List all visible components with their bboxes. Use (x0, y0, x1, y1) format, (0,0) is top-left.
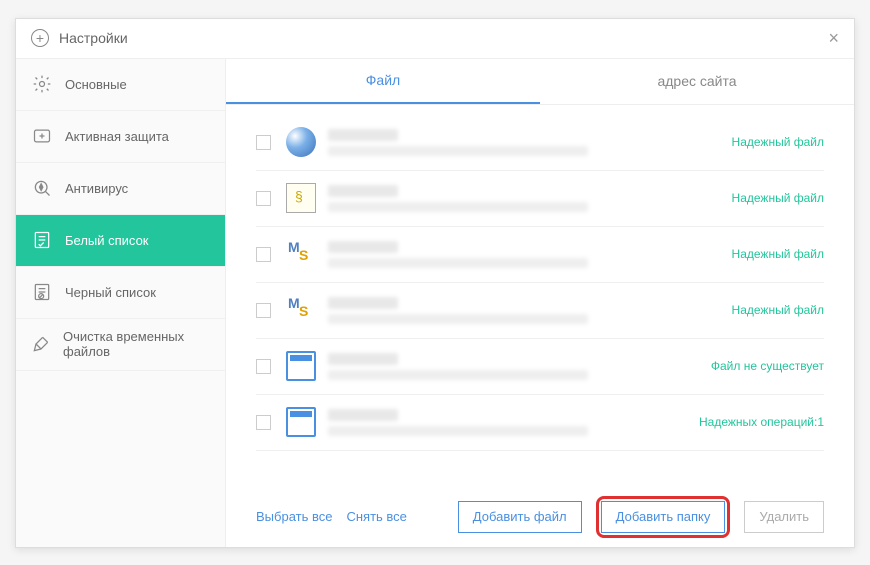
sidebar-item-label: Очистка временных файлов (63, 329, 210, 359)
deselect-all-link[interactable]: Снять все (346, 509, 406, 524)
checkbox[interactable] (256, 247, 271, 262)
list-block-icon (31, 281, 53, 303)
file-text (328, 353, 711, 380)
folder-icon (286, 351, 316, 381)
sidebar-item-label: Белый список (65, 233, 149, 248)
list-item: Файл не существует (256, 339, 824, 395)
delete-button[interactable]: Удалить (744, 501, 824, 533)
status-badge: Надежный файл (732, 247, 824, 261)
status-badge: Надежный файл (732, 135, 824, 149)
document-icon (286, 183, 316, 213)
sidebar-item-whitelist[interactable]: Белый список (16, 215, 225, 267)
status-badge: Надежных операций:1 (699, 415, 824, 429)
file-list: Надежный файл Надежный файл Надежный фай… (226, 105, 854, 487)
file-text (328, 297, 732, 324)
main: Файл адрес сайта Надежный файл Надежный … (226, 59, 854, 547)
sidebar-item-label: Черный список (65, 285, 156, 300)
sidebar-item-protection[interactable]: Активная защита (16, 111, 225, 163)
folder-icon (286, 407, 316, 437)
list-item: Надежный файл (256, 171, 824, 227)
list-item: Надежных операций:1 (256, 395, 824, 451)
checkbox[interactable] (256, 415, 271, 430)
file-text (328, 129, 732, 156)
window-title: Настройки (59, 30, 828, 46)
list-item: Надежный файл (256, 283, 824, 339)
add-file-button[interactable]: Добавить файл (458, 501, 582, 533)
footer: Выбрать все Снять все Добавить файл Доба… (226, 487, 854, 547)
ms-icon (286, 295, 316, 325)
sidebar-item-cleanup[interactable]: Очистка временных файлов (16, 319, 225, 371)
sidebar-item-antivirus[interactable]: Антивирус (16, 163, 225, 215)
ms-icon (286, 239, 316, 269)
add-folder-button[interactable]: Добавить папку (601, 501, 726, 533)
status-badge: Файл не существует (711, 359, 824, 373)
highlight-box: Добавить папку (596, 496, 731, 538)
checkbox[interactable] (256, 359, 271, 374)
broom-icon (31, 333, 51, 355)
list-item: Надежный файл (256, 227, 824, 283)
list-check-icon (31, 229, 53, 251)
file-text (328, 409, 699, 436)
tab-site[interactable]: адрес сайта (540, 59, 854, 104)
gear-icon (31, 73, 53, 95)
scan-icon (31, 177, 53, 199)
sidebar-item-label: Антивирус (65, 181, 128, 196)
windows-icon (286, 127, 316, 157)
settings-window: + Настройки × Основные Активная защита (15, 18, 855, 548)
select-all-link[interactable]: Выбрать все (256, 509, 332, 524)
titlebar: + Настройки × (16, 19, 854, 59)
list-item: Надежный файл (256, 115, 824, 171)
tab-file[interactable]: Файл (226, 59, 540, 104)
checkbox[interactable] (256, 303, 271, 318)
file-text (328, 185, 732, 212)
sidebar-item-general[interactable]: Основные (16, 59, 225, 111)
sidebar: Основные Активная защита Антивирус Белый… (16, 59, 226, 547)
tabs: Файл адрес сайта (226, 59, 854, 105)
sidebar-item-label: Основные (65, 77, 127, 92)
plus-circle-icon: + (31, 29, 49, 47)
status-badge: Надежный файл (732, 303, 824, 317)
sidebar-item-blacklist[interactable]: Черный список (16, 267, 225, 319)
checkbox[interactable] (256, 135, 271, 150)
shield-icon (31, 125, 53, 147)
close-icon[interactable]: × (828, 28, 839, 49)
status-badge: Надежный файл (732, 191, 824, 205)
sidebar-item-label: Активная защита (65, 129, 169, 144)
body: Основные Активная защита Антивирус Белый… (16, 59, 854, 547)
checkbox[interactable] (256, 191, 271, 206)
file-text (328, 241, 732, 268)
